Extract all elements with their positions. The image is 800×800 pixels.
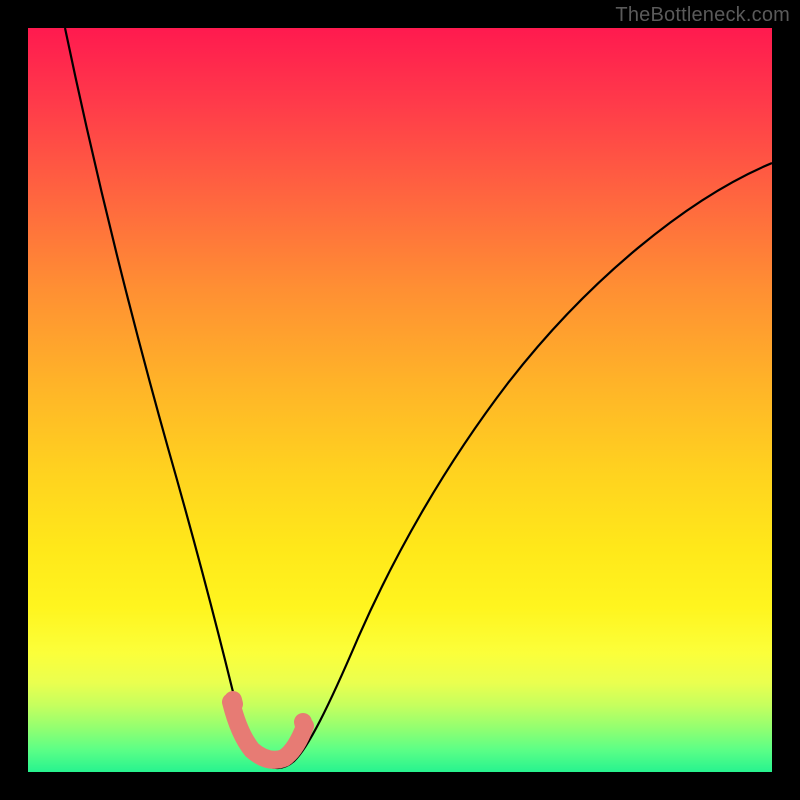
chart-frame — [28, 28, 772, 772]
chart-svg — [28, 28, 772, 772]
highlight-blob — [231, 700, 305, 760]
bottleneck-curve — [65, 28, 772, 768]
watermark-text: TheBottleneck.com — [615, 4, 790, 27]
